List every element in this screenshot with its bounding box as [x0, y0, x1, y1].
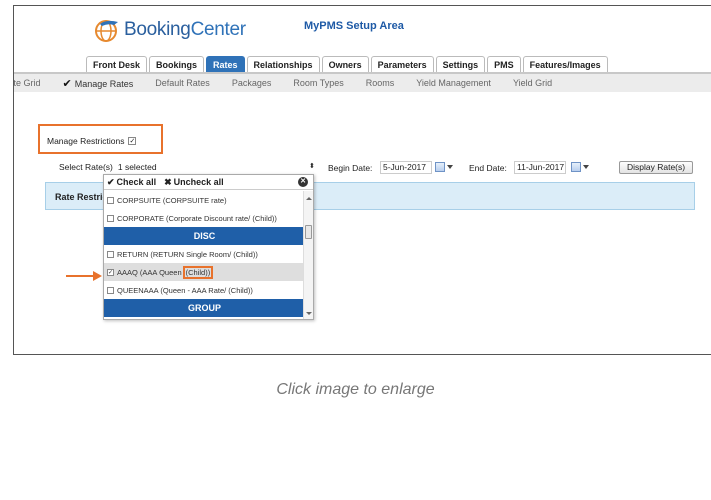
subnav-manage-rates[interactable]: ✔ Manage Rates — [63, 77, 134, 90]
rate-multiselect-panel: ✔ Check all ✖ Uncheck all ✕ CORPSUITE (COR… — [103, 174, 314, 320]
subnav-yield-grid[interactable]: Yield Grid — [513, 78, 552, 88]
uncheck-all-label: Uncheck all — [173, 176, 224, 187]
select-rates-label: Select Rate(s) — [59, 161, 113, 172]
option-label: CORPORATE (Corporate Discount rate/ (Chi… — [117, 213, 277, 223]
subnav-rate-grid[interactable]: Rate Grid — [14, 78, 41, 88]
select-rates-dropdown[interactable]: 1 selected ⬍ — [115, 160, 320, 173]
manage-restrictions-row: Manage Restrictions ✓ — [47, 136, 137, 146]
scroll-down-icon[interactable] — [306, 312, 312, 315]
checkmark-icon: ✔ — [62, 77, 72, 90]
scroll-thumb[interactable] — [305, 225, 312, 239]
bookingcenter-logo[interactable]: BookingCenter — [92, 12, 246, 48]
sub-navigation: Rate Grid ✔Manage Rates Default Rates Pa… — [14, 74, 711, 92]
rate-options-list: CORPSUITE (CORPSUITE rate) CORPORATE (Co… — [104, 191, 305, 319]
check-icon: ✔ — [107, 176, 115, 187]
subnav-default-rates[interactable]: Default Rates — [155, 78, 210, 88]
option-label: AAAQ (AAA Queen — [117, 267, 182, 277]
begin-date-label: Begin Date: — [328, 163, 373, 173]
check-all-label: Check all — [116, 176, 157, 187]
logo-text-booking: Booking — [124, 19, 191, 40]
globe-plane-icon — [95, 20, 118, 42]
page-title: MyPMS Setup Area — [304, 20, 404, 32]
option-label: CORPSUITE (CORPSUITE rate) — [117, 195, 227, 205]
uncheck-all-link[interactable]: ✖ Uncheck all — [164, 177, 224, 188]
select-rates-value: 1 selected — [117, 162, 157, 172]
end-date-label: End Date: — [469, 163, 507, 173]
rate-option-corpsuite[interactable]: CORPSUITE (CORPSUITE rate) — [104, 191, 305, 209]
subnav-manage-rates-label: Manage Rates — [74, 78, 134, 89]
option-group-disc: DISC — [104, 227, 305, 245]
option-checkbox-checked[interactable]: ✓ — [107, 268, 114, 276]
option-label: QUEENAAA (Queen - AAA Rate/ (Child)) — [117, 285, 253, 295]
check-all-link[interactable]: ✔ Check all — [107, 177, 156, 188]
subnav-rooms[interactable]: Rooms — [366, 78, 395, 88]
dropdown-arrow-icon: ⬍ — [308, 163, 315, 170]
rate-option-return[interactable]: RETURN (RETURN Single Room/ (Child)) — [104, 245, 305, 263]
list-scrollbar[interactable] — [303, 191, 313, 319]
select-rates-row: Select Rate(s) 1 selected ⬍ — [59, 160, 320, 173]
rate-option-corporate[interactable]: CORPORATE (Corporate Discount rate/ (Chi… — [104, 209, 305, 227]
option-label: RETURN (RETURN Single Room/ (Child)) — [117, 249, 258, 259]
app-header: BookingCenter MyPMS Setup Area — [14, 6, 711, 54]
begin-date-input[interactable]: 5-Jun-2017 — [380, 161, 432, 174]
end-date-input[interactable]: 11-Jun-2017 — [514, 161, 566, 174]
option-checkbox[interactable] — [107, 250, 114, 258]
logo-text-center: Center — [190, 19, 247, 40]
multiselect-header: ✔ Check all ✖ Uncheck all ✕ — [104, 175, 313, 190]
scroll-up-icon[interactable] — [306, 197, 312, 200]
subnav-packages[interactable]: Packages — [232, 78, 272, 88]
subnav-room-types[interactable]: Room Types — [293, 78, 343, 88]
screenshot-frame: BookingCenter MyPMS Setup Area Front Des… — [13, 5, 711, 355]
image-caption[interactable]: Click image to enlarge — [0, 381, 711, 399]
option-checkbox[interactable] — [107, 286, 114, 294]
rate-option-aaaq[interactable]: ✓ AAAQ (AAA Queen (Child)) — [104, 263, 305, 281]
manage-restrictions-label: Manage Restrictions — [47, 136, 125, 146]
close-icon[interactable]: ✕ — [298, 177, 308, 187]
manage-restrictions-checkbox[interactable]: ✓ — [128, 137, 137, 145]
subnav-yield-management[interactable]: Yield Management — [416, 78, 491, 88]
calendar-icon[interactable] — [571, 161, 589, 173]
calendar-icon[interactable] — [435, 161, 453, 173]
option-checkbox[interactable] — [107, 214, 114, 222]
x-icon: ✖ — [164, 176, 172, 187]
option-checkbox[interactable] — [107, 196, 114, 204]
child-highlight: (Child)) — [182, 265, 214, 279]
pointer-arrow-icon — [66, 271, 102, 281]
rate-option-queenaaa[interactable]: QUEENAAA (Queen - AAA Rate/ (Child)) — [104, 281, 305, 299]
option-group-group: GROUP — [104, 299, 305, 317]
display-rates-button[interactable]: Display Rate(s) — [619, 161, 694, 174]
